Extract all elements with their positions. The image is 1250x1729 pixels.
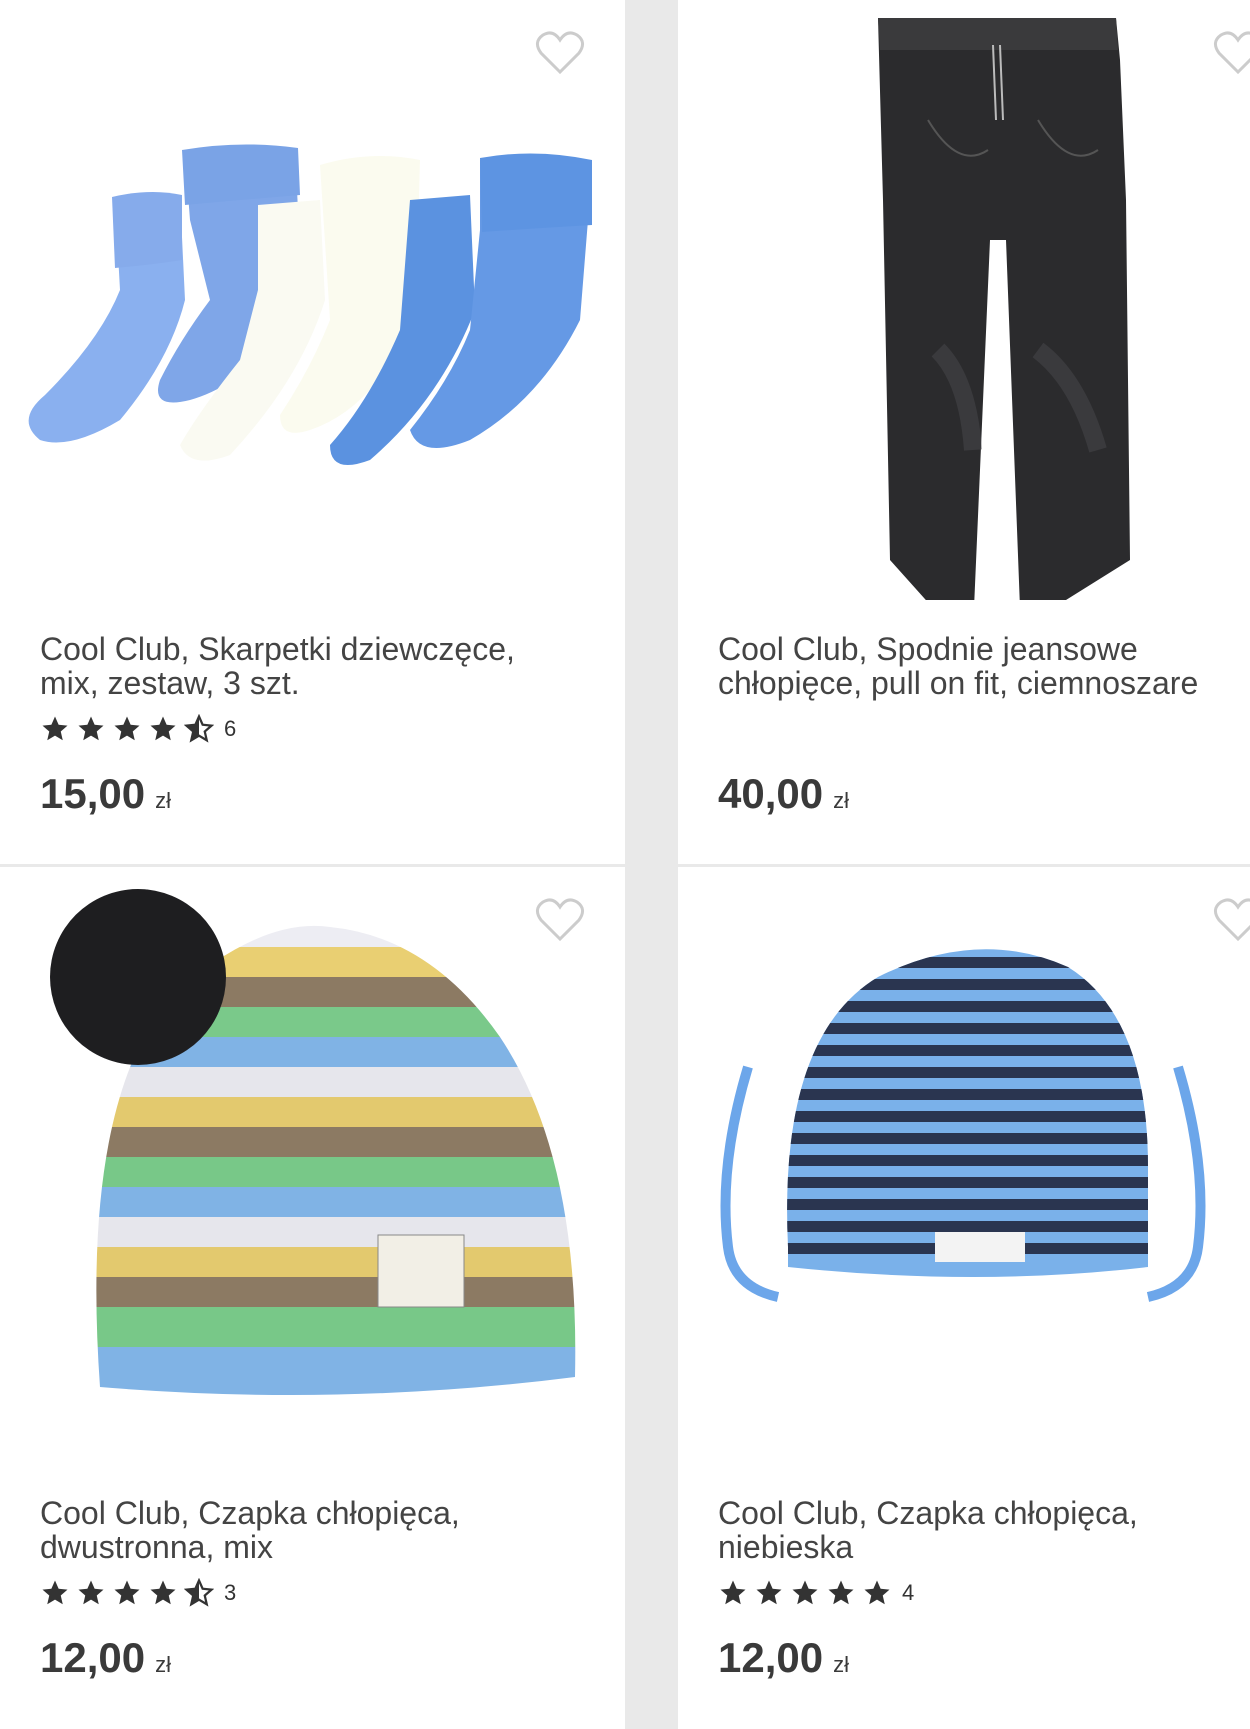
star-icon bbox=[78, 716, 104, 741]
star-icon bbox=[150, 1580, 176, 1605]
heart-icon[interactable] bbox=[1213, 30, 1250, 76]
product-image[interactable] bbox=[0, 0, 625, 600]
product-title[interactable]: Cool Club, Skarpetki dziewczęce, mix, ze… bbox=[40, 632, 580, 700]
half-star-icon bbox=[184, 1578, 214, 1607]
striped-baby-hat-image bbox=[720, 949, 1206, 1302]
rating-count: 6 bbox=[224, 716, 237, 741]
product-price: 15,00 zł bbox=[40, 770, 171, 818]
product-price: 12,00 zł bbox=[718, 1634, 849, 1682]
price-value: 40,00 bbox=[718, 770, 824, 817]
rating: 3 bbox=[40, 1578, 236, 1608]
half-star-icon bbox=[184, 714, 214, 743]
product-title[interactable]: Cool Club, Czapka chłopięca, dwustronna,… bbox=[40, 1496, 580, 1564]
star-icon bbox=[78, 1580, 104, 1605]
product-card[interactable]: Cool Club, Skarpetki dziewczęce, mix, ze… bbox=[0, 0, 625, 864]
heart-icon[interactable] bbox=[535, 30, 585, 76]
product-title[interactable]: Cool Club, Spodnie jeansowe chłopięce, p… bbox=[718, 632, 1250, 700]
price-currency: zł bbox=[833, 788, 849, 813]
product-image[interactable] bbox=[0, 867, 625, 1467]
product-card[interactable]: Cool Club, Spodnie jeansowe chłopięce, p… bbox=[678, 0, 1250, 864]
product-card[interactable]: Cool Club, Czapka chłopięca, dwustronna,… bbox=[0, 867, 625, 1729]
rating: 6 bbox=[40, 714, 236, 744]
product-card[interactable]: Cool Club, Czapka chłopięca, niebieska 4… bbox=[678, 867, 1250, 1729]
price-currency: zł bbox=[833, 1652, 849, 1677]
price-currency: zł bbox=[155, 788, 171, 813]
product-price: 40,00 zł bbox=[718, 770, 849, 818]
price-value: 12,00 bbox=[718, 1634, 824, 1681]
striped-beanie-image bbox=[50, 889, 576, 1395]
rating: 4 bbox=[718, 1578, 914, 1608]
rating-count: 3 bbox=[224, 1580, 237, 1605]
star-icon bbox=[756, 1580, 782, 1605]
star-icon bbox=[42, 1580, 68, 1605]
star-icon bbox=[150, 716, 176, 741]
star-icon bbox=[114, 1580, 140, 1605]
star-icon bbox=[792, 1580, 818, 1605]
star-icon bbox=[42, 716, 68, 741]
rating-count: 4 bbox=[902, 1580, 915, 1605]
price-currency: zł bbox=[155, 1652, 171, 1677]
product-title[interactable]: Cool Club, Czapka chłopięca, niebieska bbox=[718, 1496, 1250, 1564]
price-value: 15,00 bbox=[40, 770, 146, 817]
price-value: 12,00 bbox=[40, 1634, 146, 1681]
heart-icon[interactable] bbox=[1213, 897, 1250, 943]
star-icon bbox=[864, 1580, 890, 1605]
star-icon bbox=[720, 1580, 746, 1605]
product-price: 12,00 zł bbox=[40, 1634, 171, 1682]
socks-image bbox=[28, 144, 592, 465]
heart-icon[interactable] bbox=[535, 897, 585, 943]
star-icon bbox=[828, 1580, 854, 1605]
star-icon bbox=[114, 716, 140, 741]
product-image[interactable] bbox=[678, 0, 1250, 600]
jeans-image bbox=[878, 18, 1130, 600]
product-image[interactable] bbox=[678, 867, 1250, 1467]
